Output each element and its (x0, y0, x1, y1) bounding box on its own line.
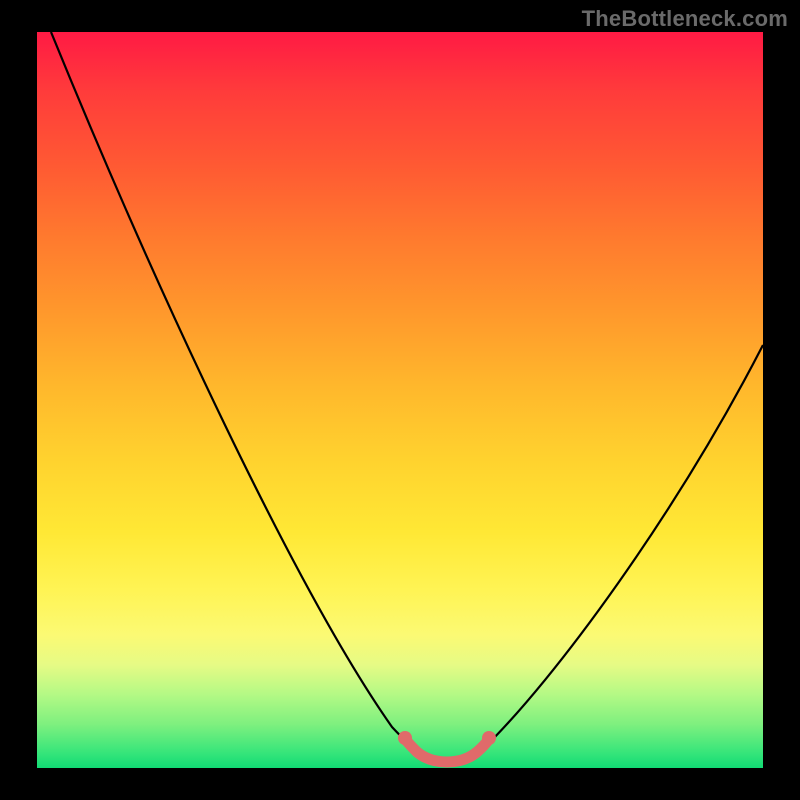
flat-minimum-marker (405, 739, 489, 762)
bottleneck-curve (37, 32, 763, 768)
chart-canvas: TheBottleneck.com (0, 0, 800, 800)
curve-path (51, 32, 763, 762)
watermark-text: TheBottleneck.com (582, 6, 788, 32)
marker-right-dot (482, 731, 496, 745)
marker-left-dot (398, 731, 412, 745)
